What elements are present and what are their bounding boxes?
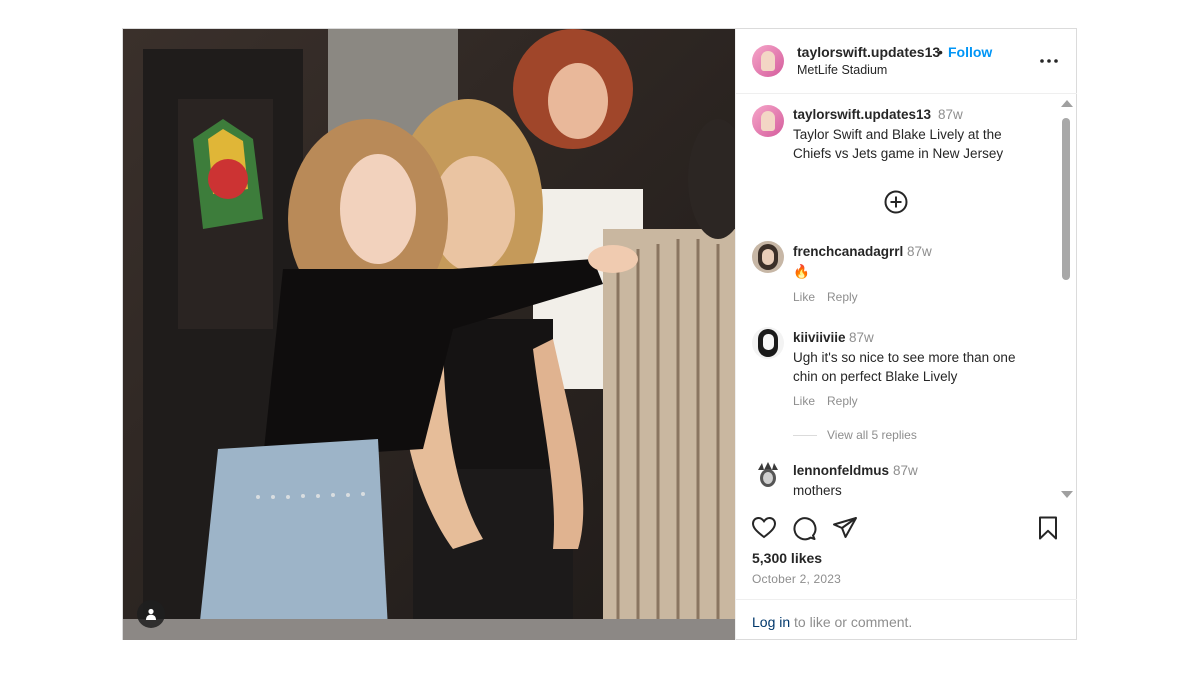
post-header: taylorswift.updates13 • Follow MetLife S…: [736, 29, 1077, 94]
scroll-up-arrow[interactable]: [1061, 100, 1073, 107]
login-link[interactable]: Log in: [752, 614, 790, 630]
comment-username[interactable]: kiiviiviie: [793, 330, 846, 345]
post-side-panel: taylorswift.updates13 • Follow MetLife S…: [735, 29, 1077, 640]
comments-scrollbar[interactable]: [1059, 100, 1073, 498]
like-comment-button[interactable]: Like: [793, 394, 815, 408]
view-replies-label: View all 5 replies: [827, 428, 917, 442]
author-avatar[interactable]: [752, 45, 784, 77]
comment-username[interactable]: lennonfeldmus: [793, 463, 889, 478]
view-replies-button[interactable]: View all 5 replies: [793, 428, 917, 442]
heart-icon[interactable]: [751, 515, 777, 541]
comment-text: mothers: [793, 483, 842, 498]
scroll-down-arrow[interactable]: [1061, 491, 1073, 498]
share-icon[interactable]: [832, 515, 858, 541]
user-tag-button[interactable]: [137, 600, 165, 628]
login-footer: Log in to like or comment.: [736, 599, 1077, 641]
caption-text: Taylor Swift and Blake Lively at the Chi…: [793, 127, 1004, 161]
instagram-embed: taylorswift.updates13 • Follow MetLife S…: [122, 28, 1077, 640]
more-options-icon[interactable]: [1039, 51, 1059, 71]
comment-text: Ugh it's so nice to see more than one ch…: [793, 350, 1016, 384]
follow-button[interactable]: Follow: [948, 44, 992, 60]
comment-time[interactable]: 87w: [907, 244, 932, 259]
post-date[interactable]: October 2, 2023: [752, 572, 841, 586]
reply-comment-button[interactable]: Reply: [827, 290, 858, 304]
scroll-thumb[interactable]: [1062, 118, 1070, 280]
post-actions: [736, 515, 1077, 545]
comment-avatar[interactable]: [752, 460, 784, 492]
statue-avatar-icon: [758, 462, 778, 487]
like-count[interactable]: 5,300 likes: [752, 550, 822, 566]
caption-username[interactable]: taylorswift.updates13: [793, 107, 931, 122]
replies-divider: [793, 435, 817, 437]
comments-list[interactable]: taylorswift.updates13 87w Taylor Swift a…: [736, 94, 1077, 500]
login-prompt: Log in to like or comment.: [752, 614, 912, 630]
author-username[interactable]: taylorswift.updates13: [797, 44, 940, 60]
login-prompt-text: to like or comment.: [790, 614, 913, 630]
reply-comment-button[interactable]: Reply: [827, 394, 858, 408]
like-comment-button[interactable]: Like: [793, 290, 815, 304]
comment-avatar[interactable]: [752, 241, 784, 273]
comment-avatar[interactable]: [752, 327, 784, 359]
post-photo[interactable]: [123, 29, 735, 640]
post-location[interactable]: MetLife Stadium: [797, 63, 887, 77]
caption-time[interactable]: 87w: [938, 107, 963, 122]
header-separator: •: [938, 44, 943, 60]
comment-time[interactable]: 87w: [893, 463, 918, 478]
fire-emoji: 🔥: [793, 264, 810, 279]
add-circle-icon[interactable]: [884, 190, 908, 214]
comment-icon[interactable]: [791, 515, 817, 541]
comment-username[interactable]: frenchcanadagrrl: [793, 244, 903, 259]
user-tag-icon: [146, 608, 156, 620]
comment-time[interactable]: 87w: [849, 330, 874, 345]
bookmark-icon[interactable]: [1035, 515, 1061, 541]
caption-avatar[interactable]: [752, 105, 784, 137]
photo-illustration: [123, 29, 735, 640]
